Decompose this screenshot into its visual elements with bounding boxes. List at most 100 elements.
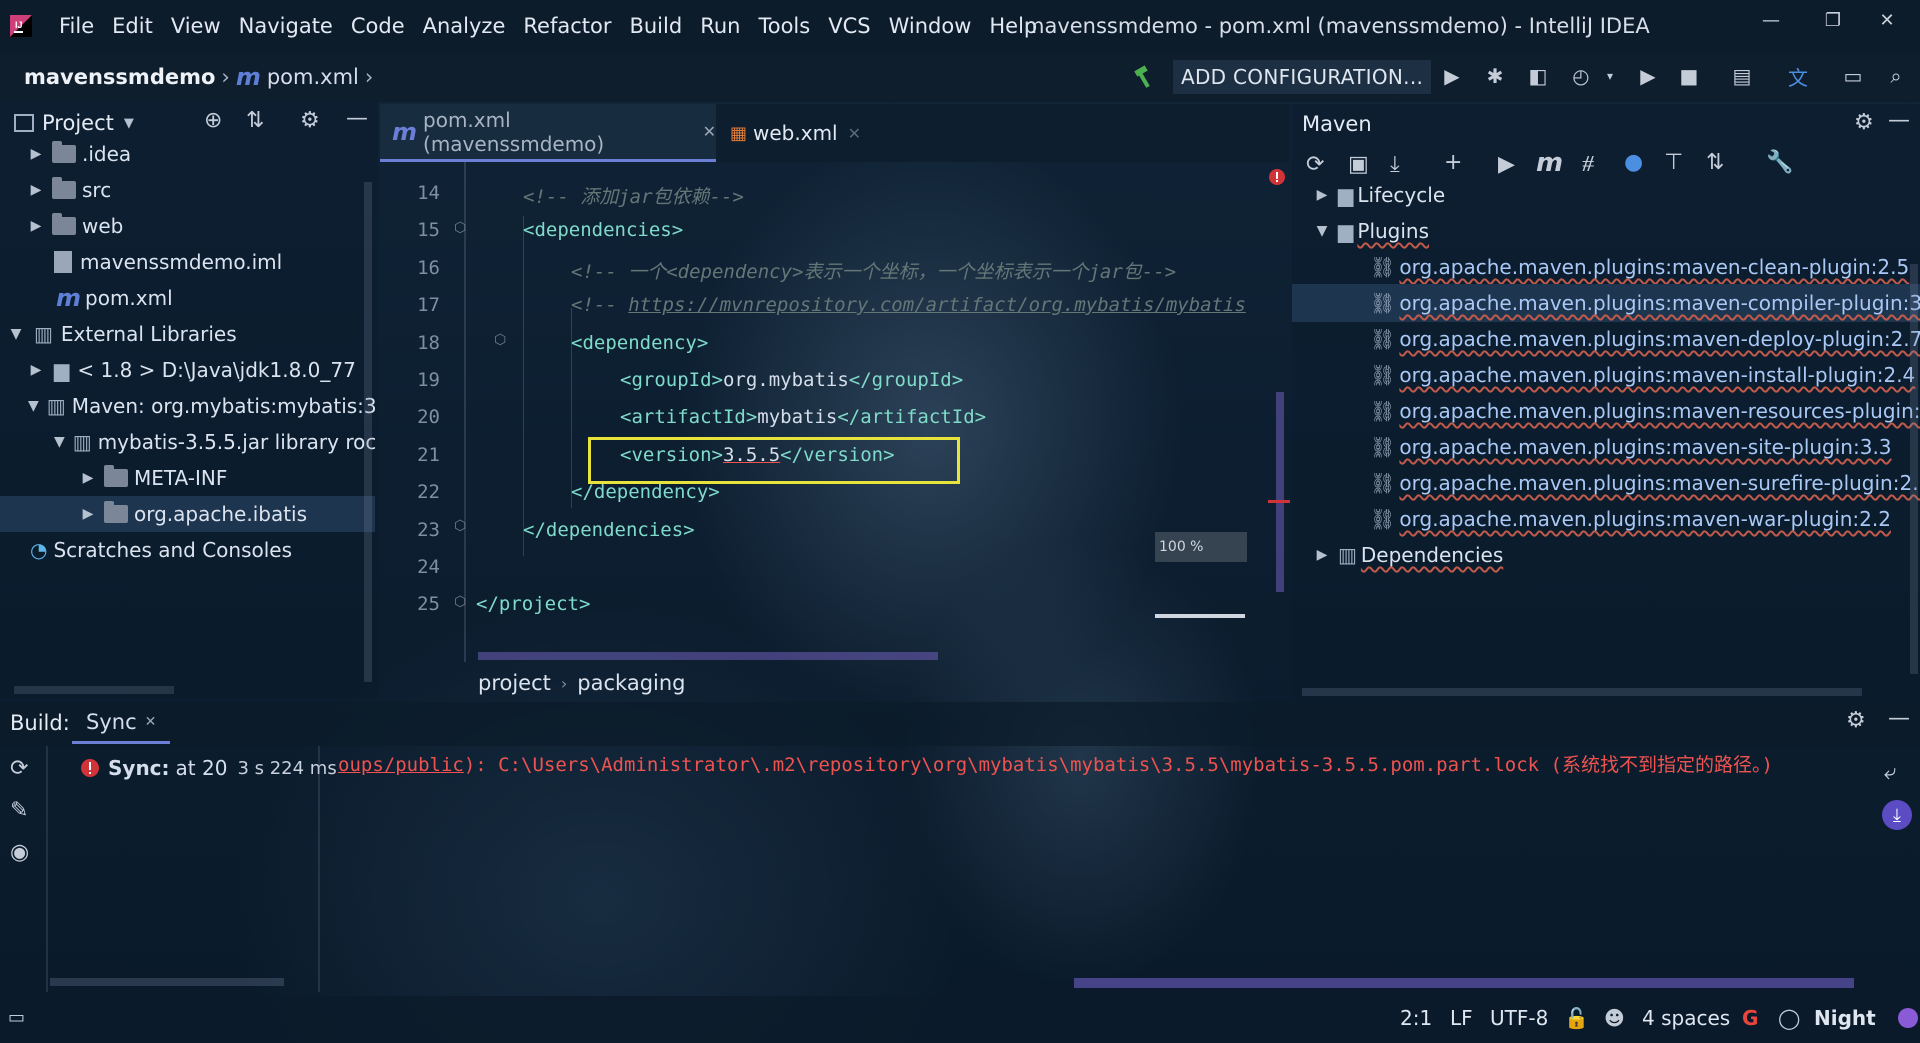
presentation-icon[interactable]: ▭ (1839, 62, 1867, 90)
stop-icon[interactable]: ■ (1675, 62, 1703, 90)
maven-plugin-item[interactable]: ⛓ org.apache.maven.plugins:maven-clean-p… (1292, 248, 1920, 286)
close-tab-icon[interactable]: ✕ (145, 714, 157, 730)
close-window-button[interactable]: ✕ (1864, 0, 1910, 40)
notifications-icon[interactable]: ◯ (1778, 996, 1800, 1040)
expand-arrow-icon[interactable]: ▶ (28, 218, 44, 234)
editor-scrollbar[interactable] (1276, 392, 1284, 592)
breadcrumb-project-tag[interactable]: project (478, 671, 551, 695)
soft-wrap-icon[interactable]: ⤶ (1884, 760, 1896, 785)
sync-tree-item[interactable]: Sync: at 20 3 s 224 ms (80, 756, 337, 780)
editor-h-scrollbar[interactable] (478, 652, 938, 660)
menu-analyze[interactable]: Analyze (414, 0, 515, 52)
breadcrumb-file[interactable]: pom.xml (267, 52, 359, 102)
close-tab-icon[interactable]: ✕ (703, 122, 716, 141)
maven-plugin-item[interactable]: ⛓ org.apache.maven.plugins:maven-site-pl… (1292, 428, 1920, 466)
error-indicator-icon[interactable] (1268, 168, 1286, 186)
collapse-arrow-icon[interactable]: ▼ (28, 398, 39, 414)
locate-file-icon[interactable]: ⊕ (204, 108, 222, 133)
add-icon[interactable]: + (1444, 150, 1462, 175)
line-separator[interactable]: LF (1450, 996, 1473, 1040)
expand-arrow-icon[interactable]: ▶ (80, 470, 96, 486)
breadcrumb-project[interactable]: mavenssmdemo (24, 52, 215, 102)
menu-run[interactable]: Run (691, 0, 749, 52)
show-dependencies-icon[interactable]: ⊤ (1664, 150, 1683, 175)
download-sources-icon[interactable]: ⤓ (1390, 152, 1400, 177)
collapse-arrow-icon[interactable]: ▼ (8, 326, 24, 342)
build-hammer-icon[interactable] (1132, 64, 1158, 90)
tree-item-jdk[interactable]: ▶ ▆ < 1.8 > D:\Java\jdk1.8.0_77 (0, 352, 375, 388)
profile-icon[interactable]: ◴ (1567, 62, 1595, 90)
menu-vcs[interactable]: VCS (819, 0, 879, 52)
tree-item-org-apache-ibatis[interactable]: ▶ org.apache.ibatis (0, 496, 375, 532)
menu-refactor[interactable]: Refactor (514, 0, 620, 52)
skip-tests-icon[interactable]: ● (1624, 150, 1643, 175)
close-tab-icon[interactable]: ✕ (848, 124, 861, 143)
code-editor[interactable]: 14 15 16 17 18 19 20 21 22 23 24 25 ⬡ ⬡ … (380, 162, 1290, 662)
indent-setting[interactable]: 4 spaces (1642, 996, 1730, 1040)
eye-icon[interactable]: ◉ (10, 840, 29, 865)
build-tree-h-scrollbar[interactable] (50, 978, 284, 986)
maven-lifecycle[interactable]: ▶ ▆ Lifecycle (1292, 176, 1920, 214)
profile-dropdown-icon[interactable]: ▾ (1596, 62, 1624, 90)
menu-tools[interactable]: Tools (749, 0, 819, 52)
menu-edit[interactable]: Edit (103, 0, 162, 52)
menu-code[interactable]: Code (342, 0, 414, 52)
coverage-icon[interactable]: ◧ (1524, 62, 1552, 90)
hide-panel-icon[interactable]: — (346, 106, 368, 131)
restore-button[interactable]: ❐ (1810, 0, 1856, 40)
toggle-tool-windows-icon[interactable]: ▭ (8, 996, 25, 1040)
maven-plugin-item[interactable]: ⛓ org.apache.maven.plugins:maven-surefir… (1292, 464, 1920, 502)
settings-gear-icon[interactable]: ⚙ (1854, 110, 1874, 135)
zoom-slider[interactable] (1155, 614, 1245, 618)
menu-view[interactable]: View (162, 0, 230, 52)
expand-arrow-icon[interactable]: ▶ (1314, 547, 1330, 563)
maven-h-scrollbar[interactable] (1302, 688, 1862, 696)
maven-plugin-item[interactable]: ⛓ org.apache.maven.plugins:maven-war-plu… (1292, 500, 1920, 538)
tree-item-src[interactable]: ▶ src (0, 172, 375, 208)
tree-item-meta-inf[interactable]: ▶ META-INF (0, 460, 375, 496)
build-output-h-scrollbar[interactable] (1074, 978, 1854, 988)
menu-navigate[interactable]: Navigate (230, 0, 342, 52)
project-view-dropdown-icon[interactable]: ▼ (124, 116, 134, 131)
settings-gear-icon[interactable]: ⚙ (300, 108, 320, 133)
tree-item-external-libraries[interactable]: ▼ ▥ External Libraries (0, 316, 375, 352)
expand-arrow-icon[interactable]: ▶ (80, 506, 96, 522)
translate-icon[interactable]: 文 (1784, 62, 1812, 90)
maven-plugins[interactable]: ▼ ▆ Plugins (1292, 212, 1920, 250)
fold-icon[interactable]: ⬡ (494, 332, 506, 348)
menu-window[interactable]: Window (880, 0, 981, 52)
fold-icon[interactable]: ⬡ (454, 594, 466, 610)
tree-item-maven-mybatis[interactable]: ▼ ▥ Maven: org.mybatis:mybatis:3. (0, 388, 375, 424)
run-target-icon[interactable]: ▶ (1634, 62, 1662, 90)
collapse-all-icon[interactable]: ⇅ (246, 108, 264, 133)
code-link[interactable]: https://mvnrepository.com/artifact/org.m… (628, 294, 1246, 316)
collapse-arrow-icon[interactable]: ▼ (54, 434, 65, 450)
breadcrumb-packaging-tag[interactable]: packaging (577, 671, 685, 695)
tree-item-pom[interactable]: m pom.xml (0, 280, 375, 316)
inspector-icon[interactable]: ☻ (1604, 996, 1625, 1040)
caret-position[interactable]: 2:1 (1400, 996, 1432, 1040)
project-panel-title[interactable]: Project (42, 111, 114, 135)
maven-plugin-item[interactable]: ⛓ org.apache.maven.plugins:maven-deploy-… (1292, 320, 1920, 358)
toggle-offline-icon[interactable]: ⧣ (1582, 150, 1594, 175)
expand-arrow-icon[interactable]: ▶ (1314, 187, 1330, 203)
file-encoding[interactable]: UTF-8 (1490, 996, 1548, 1040)
settings-gear-icon[interactable]: ⚙ (1846, 708, 1866, 733)
google-icon[interactable]: G (1742, 996, 1758, 1040)
pin-icon[interactable]: ✎ (10, 798, 28, 823)
hide-panel-icon[interactable]: — (1888, 706, 1910, 731)
add-maven-project-icon[interactable]: ▣ (1348, 152, 1369, 177)
tab-sync[interactable]: Sync ✕ (72, 702, 171, 744)
menu-file[interactable]: File (50, 0, 103, 52)
reload-icon[interactable]: ⟳ (1306, 152, 1324, 177)
minimize-button[interactable]: — (1748, 0, 1794, 40)
search-icon[interactable]: ⌕ (1882, 62, 1910, 90)
maven-plugin-item[interactable]: ⛓ org.apache.maven.plugins:maven-resourc… (1292, 392, 1920, 430)
tree-item-scratches[interactable]: ◔ Scratches and Consoles (0, 532, 375, 568)
run-icon[interactable]: ▶ (1438, 62, 1466, 90)
fold-icon[interactable]: ⬡ (454, 518, 466, 534)
tree-item-iml[interactable]: mavenssmdemo.iml (0, 244, 375, 280)
run-goal-icon[interactable]: ▶ (1498, 152, 1515, 177)
scroll-to-end-icon[interactable]: ⤓ (1882, 800, 1912, 830)
tree-item-web[interactable]: ▶ web (0, 208, 375, 244)
